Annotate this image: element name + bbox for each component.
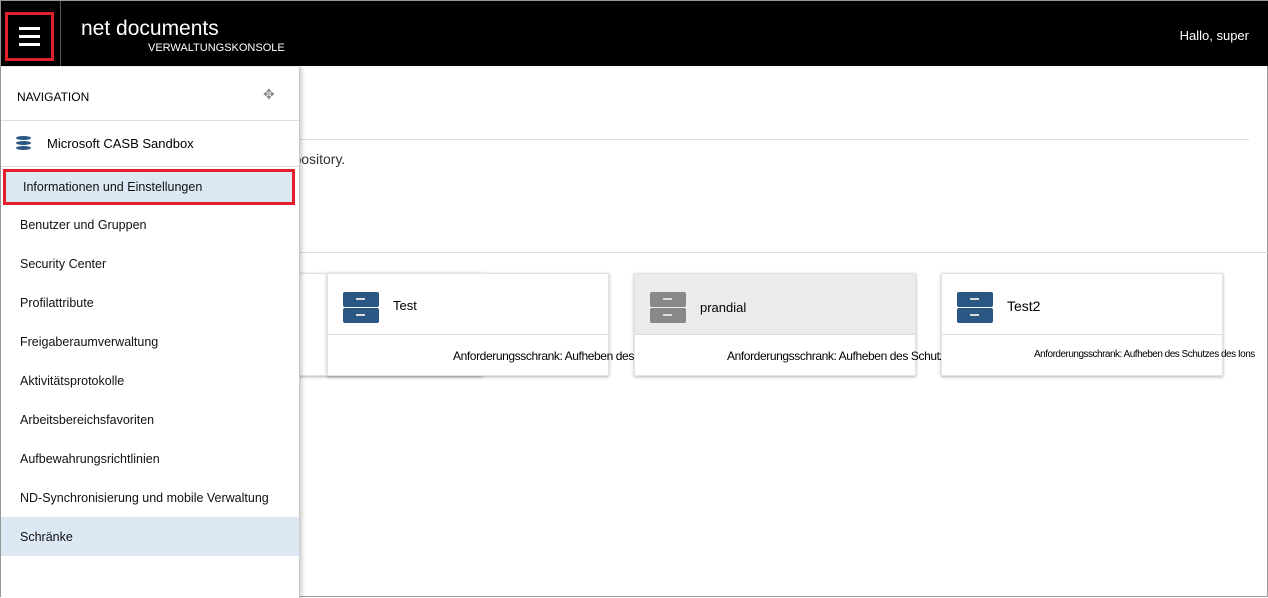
cabinet-name[interactable]: Test2 (1007, 298, 1040, 314)
sidebar-item-retention-policies[interactable]: Aufbewahrungsrichtlinien (1, 439, 299, 478)
navigation-title: NAVIGATION (17, 90, 90, 104)
sidebar-item-cabinets[interactable]: Schränke (1, 517, 299, 556)
repository-item[interactable]: Microsoft CASB Sandbox (1, 121, 299, 167)
cabinet-name[interactable]: Test (393, 298, 417, 313)
cabinet-card[interactable]: Test2 Anforderungsschrank: Aufheben des … (941, 273, 1255, 376)
user-greeting[interactable]: Hallo, super (1180, 28, 1249, 43)
sidebar-item-info-settings[interactable]: Informationen und Einstellungen (3, 169, 295, 205)
divider (281, 139, 1249, 140)
cabinet-footer: Anforderungsschrank: Aufheben des Schutz… (1034, 349, 1255, 360)
cabinet-icon (650, 292, 686, 323)
brand-subtitle: VERWALTUNGSKONSOLE (148, 42, 285, 54)
sidebar-item-activity-logs[interactable]: Aktivitätsprotokolle (1, 361, 299, 400)
sidebar-item-security-center[interactable]: Security Center (1, 244, 299, 283)
top-bar: net documents VERWALTUNGSKONSOLE Hallo, … (1, 1, 1268, 66)
sidebar-item-workspace-favorites[interactable]: Arbeitsbereichsfavoriten (1, 400, 299, 439)
sidebar-item-share-spaces[interactable]: Freigaberaumverwaltung (1, 322, 299, 361)
hamburger-menu-button[interactable] (5, 12, 54, 61)
repository-name: Microsoft CASB Sandbox (47, 136, 194, 151)
cabinet-icon (957, 292, 993, 323)
cabinet-name[interactable]: prandial (700, 300, 746, 315)
divider (60, 1, 61, 66)
navigation-sidebar: NAVIGATION ✥ Microsoft CASB Sandbox Info… (1, 67, 300, 598)
database-icon (16, 136, 31, 152)
cabinet-icon (343, 292, 379, 323)
sidebar-item-nd-sync[interactable]: ND-Synchronisierung und mobile Verwaltun… (1, 478, 299, 517)
cabinet-card[interactable]: Test Anforderungsschrank: Aufheben des S… (327, 273, 729, 376)
brand-title: net documents (81, 17, 219, 40)
cabinet-card[interactable]: prandial Anforderungsschrank: Aufheben d… (634, 273, 1003, 376)
sidebar-item-profile-attributes[interactable]: Profilattribute (1, 283, 299, 322)
sidebar-item-users-groups[interactable]: Benutzer und Gruppen (1, 205, 299, 244)
pin-icon[interactable]: ✥ (263, 86, 275, 103)
